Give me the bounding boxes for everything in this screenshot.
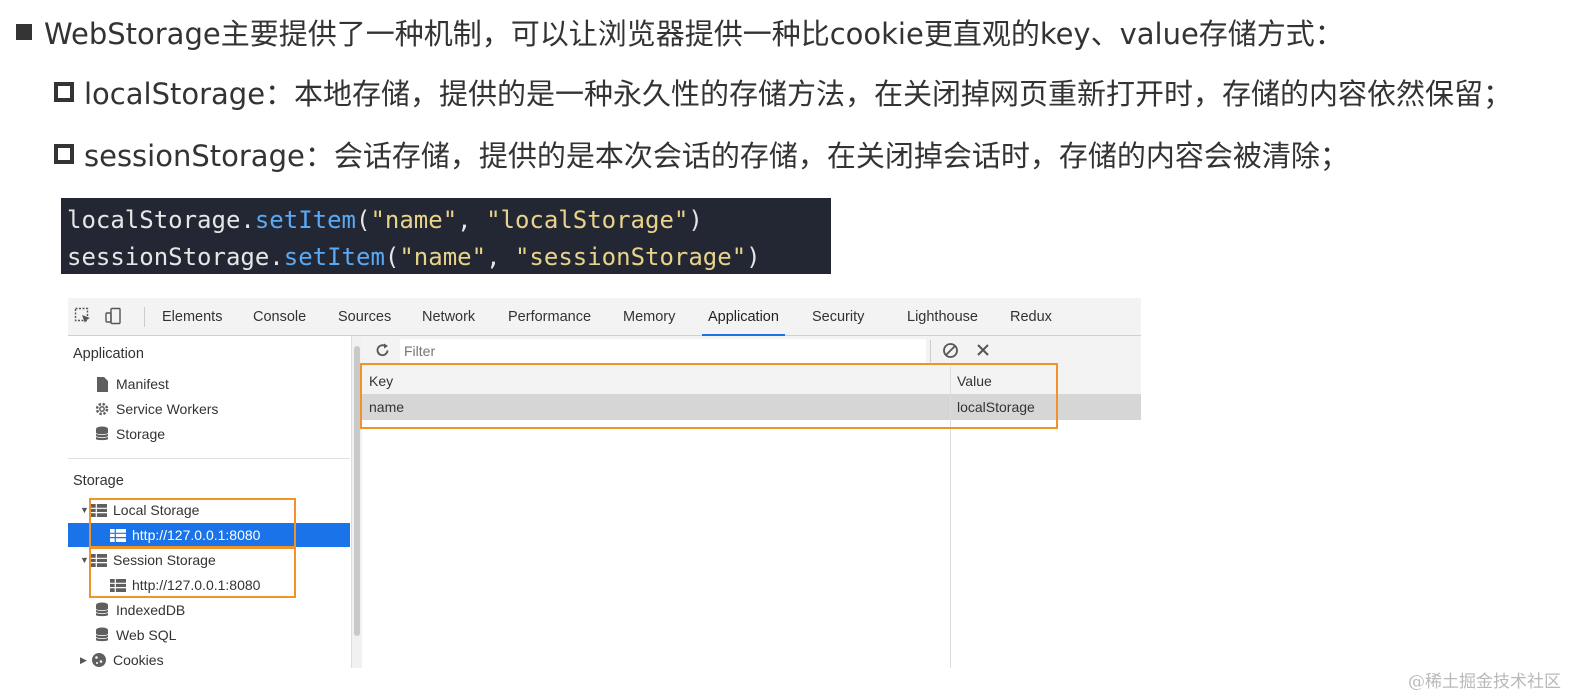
tab-performance[interactable]: Performance xyxy=(508,298,591,336)
code-object: sessionStorage xyxy=(67,243,270,271)
code-paren-close: ) xyxy=(688,206,703,234)
code-comma: , xyxy=(457,206,487,234)
sidebar-item-label: Storage xyxy=(116,426,166,442)
code-string-arg1: "name" xyxy=(399,243,487,271)
code-comma: , xyxy=(486,243,515,271)
devtools-toolbar: Elements Console Sources Network Perform… xyxy=(68,298,1141,336)
code-method: setItem xyxy=(283,243,385,271)
storage-table-pane: Key Value name localStorage xyxy=(360,336,1141,668)
sidebar-item-cookies[interactable]: ▶ Cookies xyxy=(80,648,164,672)
tab-redux[interactable]: Redux xyxy=(1010,298,1052,336)
tab-network[interactable]: Network xyxy=(422,298,475,336)
code-method: setItem xyxy=(254,206,356,234)
database-icon xyxy=(94,627,110,643)
gear-icon xyxy=(94,401,110,417)
tab-security[interactable]: Security xyxy=(812,298,864,336)
clear-all-icon[interactable] xyxy=(942,342,959,362)
expand-arrow-icon[interactable]: ▶ xyxy=(80,655,88,666)
tab-lighthouse[interactable]: Lighthouse xyxy=(907,298,978,336)
devtools-panel: Elements Console Sources Network Perform… xyxy=(68,298,1141,668)
sidebar-divider xyxy=(68,458,350,459)
code-string-arg1: "name" xyxy=(370,206,458,234)
sidebar-item-web-sql[interactable]: Web SQL xyxy=(94,623,176,647)
code-block: localStorage.setItem("name", "localStora… xyxy=(61,198,831,274)
code-paren-close: ) xyxy=(746,243,761,271)
database-icon xyxy=(94,426,110,442)
sidebar-section-storage: Storage xyxy=(73,473,124,489)
sidebar-item-label: Service Workers xyxy=(116,401,219,417)
delete-selected-icon[interactable] xyxy=(975,342,991,361)
code-object: localStorage xyxy=(67,206,241,234)
tab-memory[interactable]: Memory xyxy=(623,298,675,336)
cookie-icon xyxy=(91,652,107,668)
filter-divider xyxy=(930,340,931,362)
intro-main-bullet: WebStorage主要提供了一种机制，可以让浏览器提供一种比cookie更直观… xyxy=(16,10,1344,54)
intro-main-text: WebStorage主要提供了一种机制，可以让浏览器提供一种比cookie更直观… xyxy=(44,17,1344,51)
session-storage-bullet: sessionStorage：会话存储，提供的是本次会话的存储，在关闭掉会话时，… xyxy=(54,132,1349,176)
sidebar-item-storage[interactable]: Storage xyxy=(94,422,165,446)
code-string-arg2: "localStorage" xyxy=(486,206,689,234)
session-storage-highlight xyxy=(89,547,296,598)
database-icon xyxy=(94,602,110,618)
tab-elements[interactable]: Elements xyxy=(162,298,222,336)
sidebar-item-manifest[interactable]: Manifest xyxy=(94,372,169,396)
sidebar-item-label: IndexedDB xyxy=(116,602,186,618)
inspect-element-icon[interactable] xyxy=(74,307,92,325)
sidebar-item-indexeddb[interactable]: IndexedDB xyxy=(94,598,185,622)
table-highlight xyxy=(360,363,1058,429)
code-line-2: sessionStorage.setItem("name", "sessionS… xyxy=(67,239,831,276)
expand-arrow-icon[interactable]: ▼ xyxy=(80,555,89,565)
code-dot: . xyxy=(269,243,284,271)
expand-arrow-icon[interactable]: ▼ xyxy=(80,505,89,515)
local-storage-bullet: localStorage：本地存储，提供的是一种永久性的存储方法，在关闭掉网页重… xyxy=(54,70,1512,114)
refresh-icon[interactable] xyxy=(374,342,391,362)
code-paren-open: ( xyxy=(356,206,371,234)
sidebar-item-service-workers[interactable]: Service Workers xyxy=(94,397,218,421)
local-storage-text: localStorage：本地存储，提供的是一种永久性的存储方法，在关闭掉网页重… xyxy=(84,77,1513,111)
tab-sources[interactable]: Sources xyxy=(338,298,391,336)
device-toolbar-icon[interactable] xyxy=(104,307,122,325)
tab-console[interactable]: Console xyxy=(253,298,306,336)
hollow-square-bullet-icon xyxy=(54,144,74,164)
sidebar-item-label: Cookies xyxy=(113,652,164,668)
sidebar-item-label: Web SQL xyxy=(116,627,177,643)
filled-square-bullet-icon xyxy=(16,24,32,40)
file-icon xyxy=(94,376,110,392)
sidebar-section-application: Application xyxy=(73,346,144,362)
local-storage-highlight xyxy=(89,498,296,548)
sidebar-item-label: Manifest xyxy=(116,376,169,392)
code-paren-open: ( xyxy=(384,243,400,271)
application-sidebar: Application Manifest Service Workers Sto… xyxy=(68,336,350,668)
session-storage-text: sessionStorage：会话存储，提供的是本次会话的存储，在关闭掉会话时，… xyxy=(84,139,1349,173)
tab-application[interactable]: Application xyxy=(702,298,785,336)
code-dot: . xyxy=(240,206,255,234)
watermark: @稀土掘金技术社区 xyxy=(1408,672,1561,692)
code-line-1: localStorage.setItem("name", "localStora… xyxy=(67,202,831,239)
filter-input[interactable] xyxy=(400,339,926,363)
toolbar-divider xyxy=(144,307,145,327)
hollow-square-bullet-icon xyxy=(54,82,74,102)
code-string-arg2: "sessionStorage" xyxy=(514,243,747,271)
